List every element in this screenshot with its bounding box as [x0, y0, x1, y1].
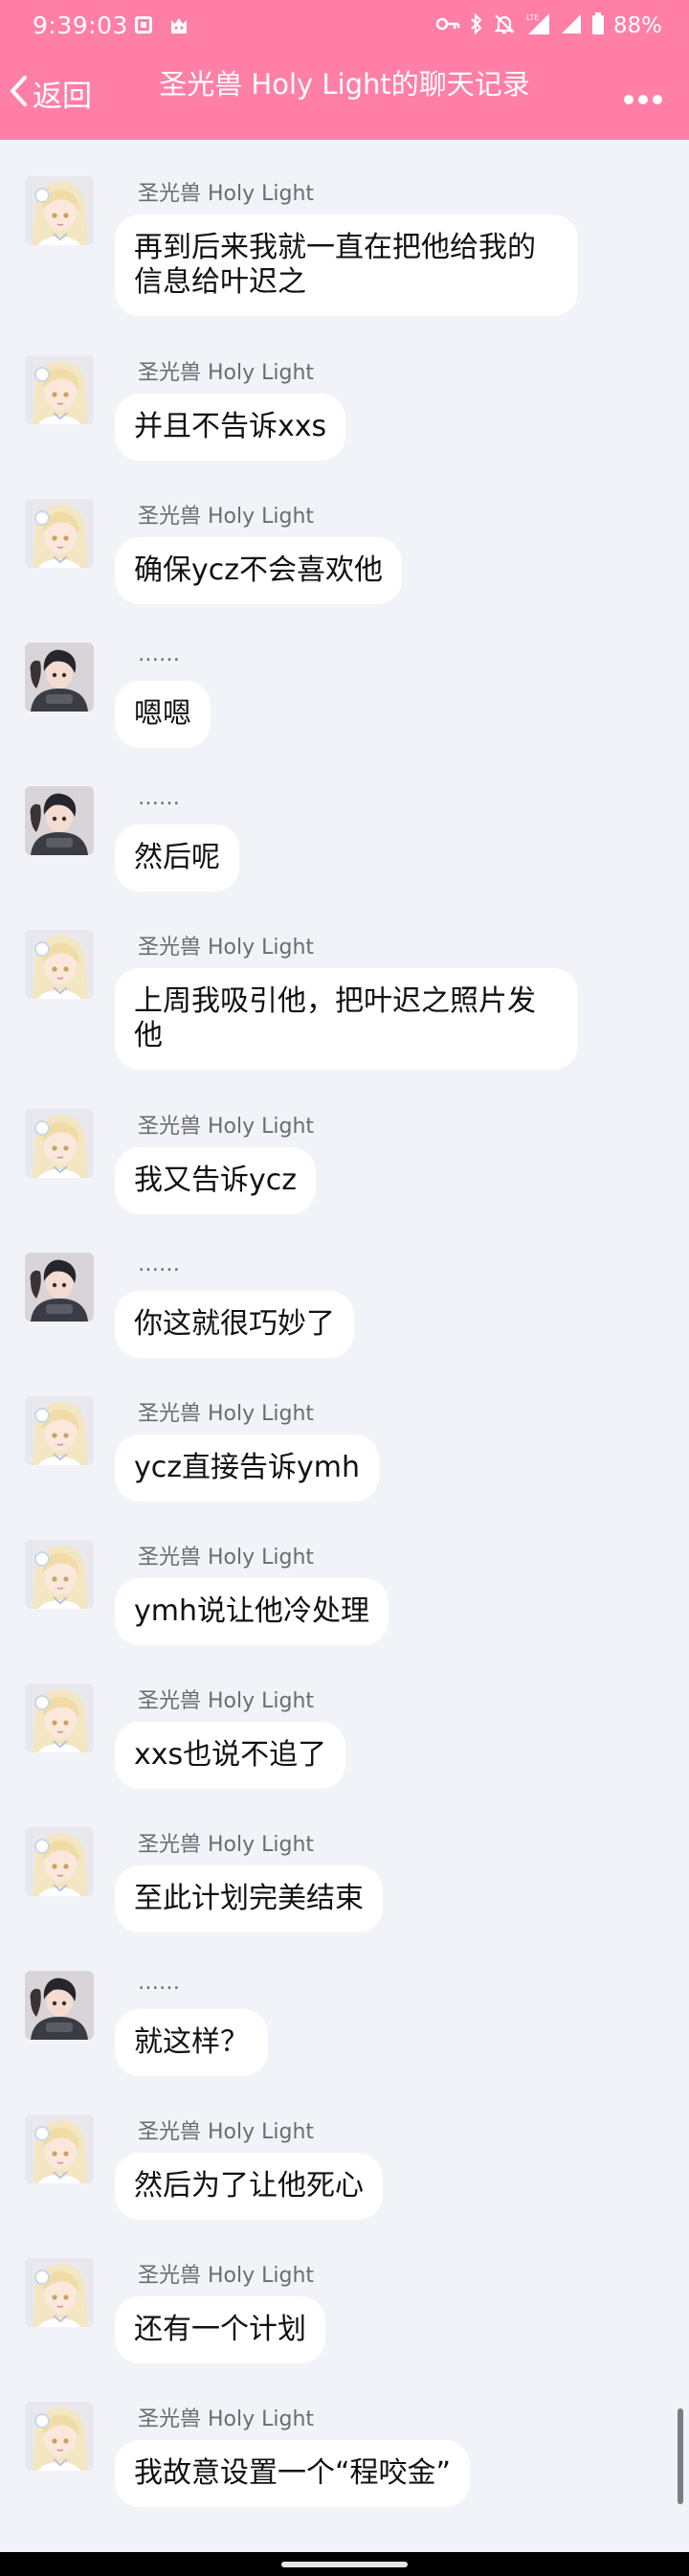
sender-name: 圣光兽 Holy Light [138, 182, 315, 206]
navigation-bar [0, 2552, 689, 2576]
message-bubble[interactable]: 就这样？ [115, 2009, 268, 2076]
blonde-girl-avatar[interactable] [25, 1109, 94, 1178]
sender-name: 圣光兽 Holy Light [138, 361, 315, 385]
dark-hair-boy-avatar[interactable] [25, 786, 94, 855]
scrollbar[interactable] [678, 2408, 683, 2504]
status-icons: LTE 88% [435, 11, 662, 40]
message-bubble[interactable]: 确保ycz不会喜欢他 [115, 537, 402, 604]
sender-name: …… [138, 643, 180, 667]
page-title: 圣光兽 Holy Light的聊天记录 [159, 68, 530, 101]
chevron-left-icon [6, 72, 31, 114]
blonde-girl-avatar[interactable] [25, 1540, 94, 1609]
blonde-girl-avatar[interactable] [25, 176, 94, 245]
blonde-girl-avatar[interactable] [25, 355, 94, 424]
sender-name: 圣光兽 Holy Light [138, 2120, 315, 2144]
status-time: 9:39:03 [33, 11, 128, 39]
sender-name: 圣光兽 Holy Light [138, 1689, 315, 1713]
blonde-girl-avatar[interactable] [25, 2114, 94, 2183]
sender-name: 圣光兽 Holy Light [138, 1833, 315, 1857]
status-bar: 9:39:03 LTE 88% [0, 0, 689, 54]
blonde-girl-avatar[interactable] [25, 930, 94, 999]
sender-name: 圣光兽 Holy Light [138, 1115, 315, 1139]
key-icon [435, 15, 460, 36]
top-bar: 9:39:03 LTE 88% 返回 圣光兽 Holy Light的聊天记录 [0, 0, 689, 140]
message-bubble[interactable]: 然后为了让他死心 [115, 2153, 383, 2220]
cat-icon [168, 14, 189, 35]
sender-name: 圣光兽 Holy Light [138, 1402, 315, 1426]
message-bubble[interactable]: 并且不告诉xxs [115, 394, 346, 461]
mute-icon [493, 12, 516, 39]
sender-name: 圣光兽 Holy Light [138, 505, 315, 529]
blonde-girl-avatar[interactable] [25, 1683, 94, 1752]
blonde-girl-avatar[interactable] [25, 499, 94, 568]
dark-hair-boy-avatar[interactable] [25, 643, 94, 712]
svg-text:LTE: LTE [526, 13, 539, 22]
blonde-girl-avatar[interactable] [25, 2402, 94, 2471]
lte-signal-icon: LTE [524, 11, 551, 40]
message-bubble[interactable]: 你这就很巧妙了 [115, 1291, 354, 1358]
sender-name: 圣光兽 Holy Light [138, 2407, 315, 2431]
message-bubble[interactable]: 还有一个计划 [115, 2296, 325, 2363]
back-button[interactable]: 返回 [6, 67, 92, 119]
dark-hair-boy-avatar[interactable] [25, 1971, 94, 2040]
blonde-girl-avatar[interactable] [25, 1396, 94, 1465]
screenshot-icon [135, 16, 152, 34]
message-bubble[interactable]: 嗯嗯 [115, 681, 211, 748]
more-dots-icon[interactable] [624, 90, 662, 109]
battery-icon [591, 12, 605, 39]
message-bubble[interactable]: xxs也说不追了 [115, 1722, 346, 1789]
message-bubble[interactable]: 至此计划完美结束 [115, 1865, 383, 1932]
message-bubble[interactable]: 我又告诉ycz [115, 1147, 316, 1214]
message-bubble[interactable]: 我故意设置一个“程咬金” [115, 2440, 471, 2507]
nav-bar: 返回 圣光兽 Holy Light的聊天记录 [0, 54, 689, 140]
sender-name: 圣光兽 Holy Light [138, 1546, 315, 1570]
bluetooth-icon [469, 12, 484, 39]
sender-name: …… [138, 1971, 180, 1995]
home-indicator[interactable] [281, 2562, 408, 2567]
message-bubble[interactable]: ycz直接告诉ymh [115, 1435, 379, 1502]
dark-hair-boy-avatar[interactable] [25, 1253, 94, 1322]
blonde-girl-avatar[interactable] [25, 1827, 94, 1896]
blonde-girl-avatar[interactable] [25, 2258, 94, 2327]
sender-name: 圣光兽 Holy Light [138, 2264, 315, 2288]
signal-icon [560, 12, 583, 39]
message-bubble[interactable]: 上周我吸引他，把叶迟之照片发他 [115, 968, 578, 1070]
message-bubble[interactable]: 再到后来我就一直在把他给我的信息给叶迟之 [115, 215, 578, 316]
battery-percent: 88% [612, 13, 662, 38]
sender-name: …… [138, 786, 180, 810]
sender-name: 圣光兽 Holy Light [138, 936, 315, 960]
message-bubble[interactable]: ymh说让他冷处理 [115, 1578, 389, 1645]
message-bubble[interactable]: 然后呢 [115, 825, 239, 892]
sender-name: …… [138, 1253, 180, 1277]
back-label: 返回 [33, 79, 92, 114]
